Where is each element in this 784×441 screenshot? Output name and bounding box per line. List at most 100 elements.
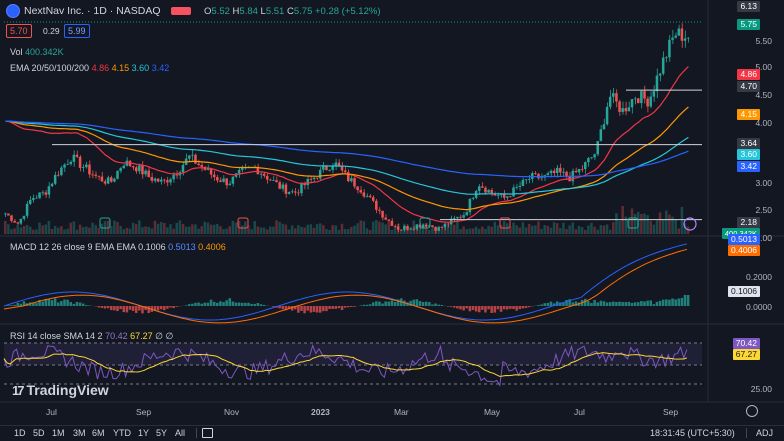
candle-body bbox=[584, 162, 587, 169]
volume-bar bbox=[363, 221, 366, 234]
macd-histogram-bar bbox=[232, 302, 235, 306]
volume-bar bbox=[29, 227, 32, 234]
candle-body bbox=[640, 91, 643, 103]
range-1y[interactable]: 1Y bbox=[138, 428, 149, 438]
candle-body bbox=[113, 179, 116, 182]
range-1d[interactable]: 1D bbox=[14, 428, 26, 438]
macd-histogram-bar bbox=[612, 302, 615, 306]
candle-body bbox=[172, 175, 175, 180]
candle-body bbox=[416, 225, 419, 230]
settings-gear-icon[interactable] bbox=[746, 405, 758, 417]
adj-toggle[interactable]: ADJ bbox=[756, 428, 773, 438]
candle-body bbox=[73, 155, 76, 162]
candle-body bbox=[45, 192, 48, 194]
macd-histogram-bar bbox=[331, 306, 334, 309]
range-all[interactable]: All bbox=[175, 428, 185, 438]
macd-histogram-bar bbox=[222, 302, 225, 306]
sell-button[interactable]: 5.70 bbox=[6, 24, 32, 38]
candle-body bbox=[151, 177, 154, 181]
macd-histogram-bar bbox=[437, 305, 440, 306]
ema-legend[interactable]: EMA 20/50/100/200 4.86 4.15 3.60 3.42 bbox=[10, 63, 169, 73]
candle-body bbox=[656, 76, 659, 92]
range-ytd[interactable]: YTD bbox=[113, 428, 131, 438]
volume-bar bbox=[428, 230, 431, 234]
macd-histogram-bar bbox=[303, 306, 306, 313]
macd-histogram-bar bbox=[210, 300, 213, 306]
candle-body bbox=[400, 230, 403, 231]
volume-bar bbox=[85, 227, 88, 234]
candle-body bbox=[384, 218, 387, 220]
candle-body bbox=[662, 58, 665, 74]
candle-body bbox=[325, 166, 328, 170]
symbol-header[interactable]: NextNav Inc. · 1D · NASDAQ bbox=[6, 4, 191, 18]
range-3m[interactable]: 3M bbox=[73, 428, 86, 438]
rsi-axis-25: 25.00 bbox=[751, 384, 772, 394]
macd-histogram-bar bbox=[662, 300, 665, 306]
volume-bar bbox=[472, 229, 475, 234]
volume-bar bbox=[310, 224, 313, 234]
candle-body bbox=[512, 187, 515, 196]
candle-body bbox=[10, 215, 13, 220]
volume-legend[interactable]: Vol 400.342K bbox=[10, 47, 64, 57]
candle-body bbox=[107, 177, 110, 183]
candle-body bbox=[54, 175, 57, 184]
candle-body bbox=[160, 180, 163, 182]
volume-bar bbox=[266, 229, 269, 234]
volume-bar bbox=[138, 220, 141, 234]
macd-histogram-bar bbox=[422, 302, 425, 306]
candle-body bbox=[369, 196, 372, 197]
volume-bar bbox=[216, 224, 219, 234]
volume-bar bbox=[559, 228, 562, 234]
candle-body bbox=[278, 182, 281, 189]
macd-histogram-bar bbox=[503, 306, 506, 309]
range-5y[interactable]: 5Y bbox=[156, 428, 167, 438]
macd-histogram-bar bbox=[606, 302, 609, 306]
tradingview-logo[interactable]: 17 TradingView bbox=[12, 382, 109, 398]
candle-body bbox=[200, 165, 203, 167]
volume-bar bbox=[69, 223, 72, 234]
rsi-legend[interactable]: RSI 14 close SMA 14 2 70.42 67.27 ∅ ∅ bbox=[10, 331, 173, 342]
macd-histogram-bar bbox=[272, 306, 275, 307]
candle-body bbox=[634, 98, 637, 99]
time-axis-sep: Sep bbox=[136, 407, 151, 417]
macd-legend[interactable]: MACD 12 26 close 9 EMA EMA 0.1006 0.5013… bbox=[10, 242, 226, 252]
macd-histogram-bar bbox=[122, 306, 125, 312]
range-6m[interactable]: 6M bbox=[92, 428, 105, 438]
volume-bar bbox=[497, 225, 500, 234]
macd-histogram-bar bbox=[13, 305, 16, 306]
candle-body bbox=[91, 174, 94, 175]
candle-body bbox=[232, 177, 235, 184]
flag-icons[interactable] bbox=[171, 7, 191, 15]
macd-histogram-bar bbox=[637, 302, 640, 306]
macd-histogram-bar bbox=[20, 304, 23, 306]
volume-bar bbox=[4, 221, 7, 234]
volume-bar bbox=[257, 227, 260, 234]
macd-histogram-bar bbox=[494, 306, 497, 313]
candle-body bbox=[375, 201, 378, 210]
candle-body bbox=[294, 191, 297, 192]
candle-body bbox=[98, 176, 101, 177]
candle-body bbox=[515, 187, 518, 188]
macd-histogram-bar bbox=[194, 303, 197, 306]
volume-bar bbox=[38, 223, 41, 234]
candle-body bbox=[169, 179, 172, 182]
volume-bar bbox=[506, 223, 509, 234]
clock[interactable]: 18:31:45 (UTC+5:30) bbox=[650, 428, 735, 438]
volume-bar bbox=[135, 224, 138, 234]
macd-histogram-bar bbox=[260, 304, 263, 306]
macd-histogram-bar bbox=[609, 302, 612, 306]
volume-bar bbox=[94, 225, 97, 234]
macd-histogram-bar bbox=[157, 306, 160, 310]
range-1m[interactable]: 1M bbox=[52, 428, 65, 438]
range-5d[interactable]: 5D bbox=[33, 428, 45, 438]
macd-histogram-bar bbox=[465, 306, 468, 308]
macd-histogram-bar bbox=[16, 303, 19, 306]
macd-histogram-bar bbox=[54, 298, 57, 306]
macd-histogram-bar bbox=[85, 305, 88, 306]
calendar-icon[interactable] bbox=[202, 428, 213, 438]
volume-bar bbox=[278, 222, 281, 234]
symbol-title[interactable]: NextNav Inc. · 1D · NASDAQ bbox=[24, 5, 161, 17]
candle-body bbox=[422, 225, 425, 228]
tag-level-2-18: 2.18 bbox=[737, 217, 760, 228]
buy-button[interactable]: 5.99 bbox=[64, 24, 90, 38]
